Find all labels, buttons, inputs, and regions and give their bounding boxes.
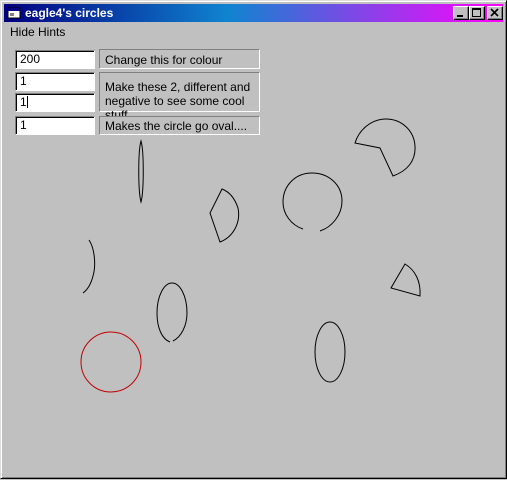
window-title: eagle4's circles: [25, 6, 114, 20]
menu-bar: Hide Hints: [4, 23, 503, 41]
value-b-text: 1: [20, 95, 27, 109]
red-circle-shape: [80, 331, 142, 393]
hint-cool-line1: Make these 2, different and: [105, 80, 251, 94]
arc-shape: [209, 188, 240, 243]
close-icon: [490, 8, 499, 17]
maximize-icon: [472, 8, 481, 17]
minimize-icon: [457, 15, 463, 17]
hint-colour: Change this for colour: [99, 49, 260, 69]
app-icon[interactable]: [7, 6, 21, 20]
arc-shape: [282, 172, 343, 232]
arc-shape: [390, 263, 421, 297]
arc-shape: [156, 282, 188, 343]
minimize-button[interactable]: [453, 6, 469, 20]
arc-shape: [82, 239, 96, 294]
colour-input[interactable]: 200: [15, 50, 95, 69]
arc-shape: [138, 139, 144, 204]
hint-oval: Makes the circle go oval....: [99, 116, 260, 135]
hint-cool-stuff: Make these 2, different and negative to …: [99, 72, 260, 122]
oval-shape: [314, 321, 346, 383]
value-a-input[interactable]: 1: [15, 72, 95, 91]
close-button[interactable]: [487, 6, 503, 20]
oval-input[interactable]: 1: [15, 116, 95, 135]
app-window: eagle4's circles Hide Hints 200 1 1 1 Ch…: [0, 0, 507, 479]
menu-hide-hints[interactable]: Hide Hints: [10, 25, 65, 39]
text-caret: [26, 96, 28, 108]
arc-shape: [354, 118, 416, 177]
title-bar[interactable]: eagle4's circles: [4, 4, 503, 22]
value-b-input[interactable]: 1: [15, 93, 95, 112]
maximize-button[interactable]: [469, 6, 485, 20]
